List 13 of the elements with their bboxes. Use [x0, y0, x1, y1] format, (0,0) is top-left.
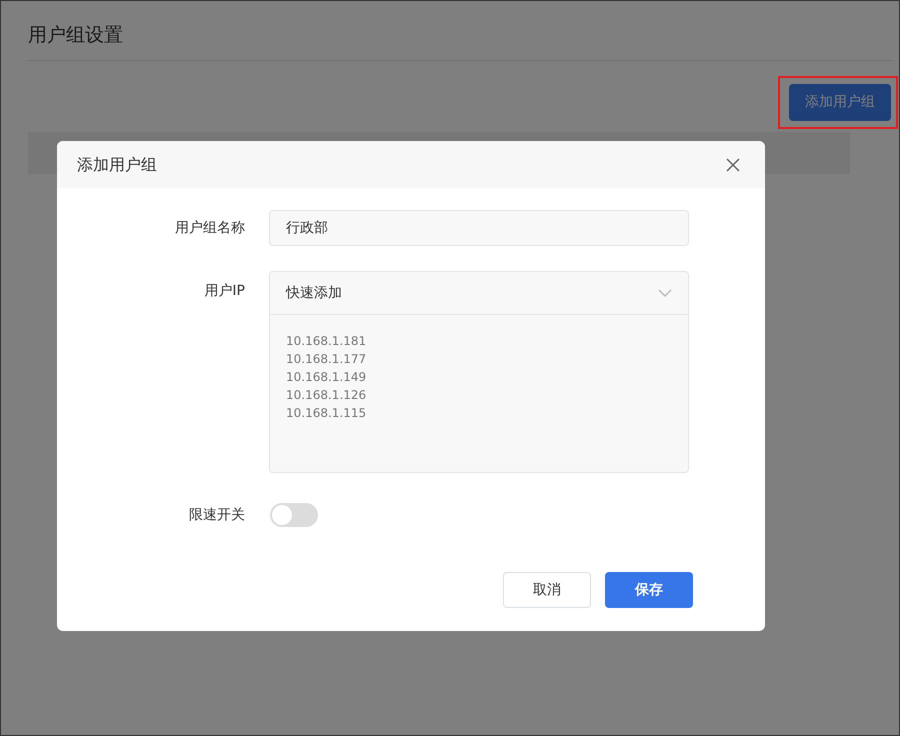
save-button[interactable]: 保存 — [605, 572, 693, 608]
field-label: 用户组名称 — [174, 218, 245, 238]
speed-limit-switch[interactable] — [270, 503, 318, 527]
page-title: 用户组设置 — [28, 21, 123, 60]
quick-add-select[interactable]: 快速添加 — [269, 271, 689, 315]
chevron-down-icon — [658, 289, 672, 297]
field-label: 限速开关 — [188, 506, 245, 524]
dialog-title: 添加用户组 — [77, 154, 157, 176]
close-icon[interactable] — [725, 156, 741, 172]
field-label: 用户IP — [203, 282, 245, 301]
cancel-button[interactable]: 取消 — [503, 572, 591, 608]
group-name-field[interactable]: 行政部 — [269, 210, 689, 246]
ip-list-field[interactable]: 10.168.1.181 10.168.1.177 10.168.1.149 10.168.1.126 10.168.1.115 — [269, 315, 689, 473]
